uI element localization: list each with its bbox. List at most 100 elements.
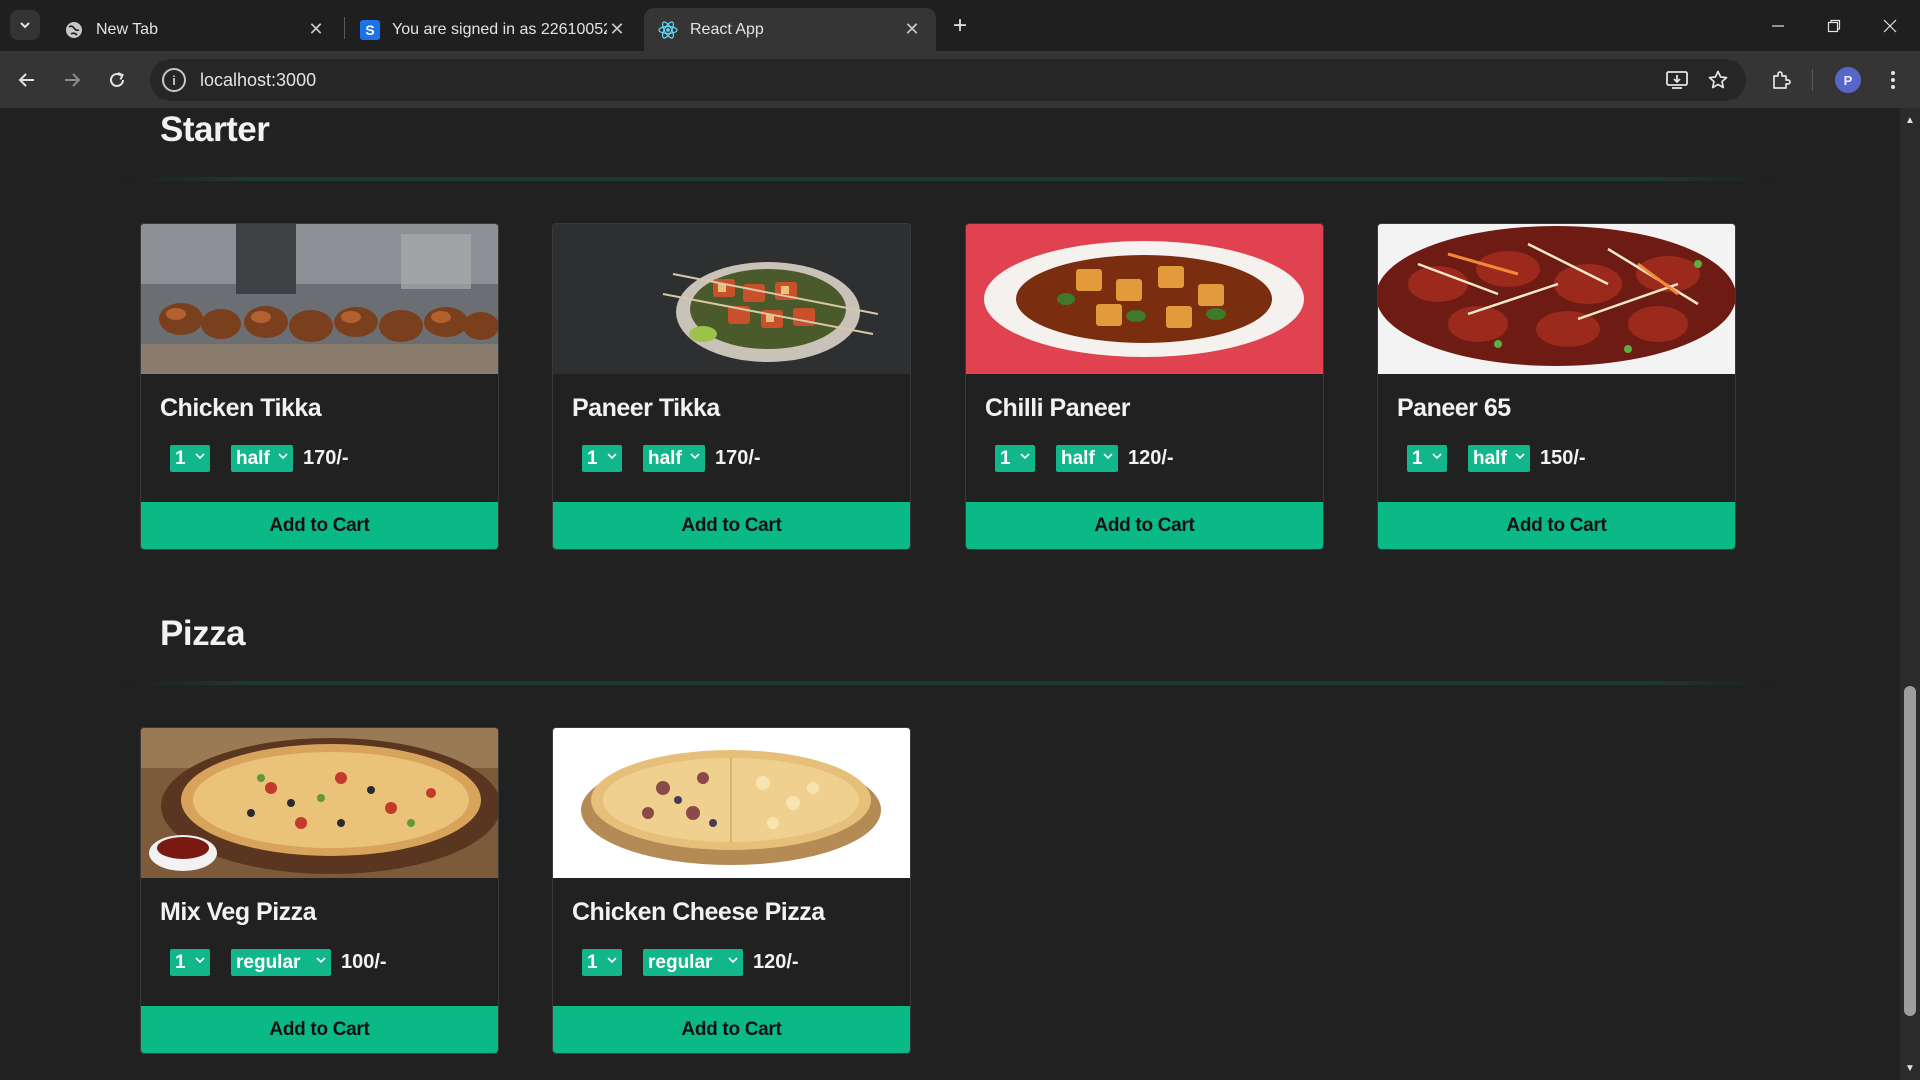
new-tab-button[interactable]: +: [946, 12, 974, 40]
chevron-down-icon: [195, 957, 205, 964]
quantity-select[interactable]: 1: [170, 949, 210, 976]
browser-toolbar: i localhost:3000 P: [0, 51, 1920, 108]
scroll-up-arrow-icon[interactable]: ▲: [1900, 112, 1920, 128]
s-logo-icon: S: [360, 19, 380, 40]
menu-card-chicken-tikka: Chicken Tikka 1 half 170/- Add to Cart: [140, 223, 499, 550]
add-to-cart-button[interactable]: Add to Cart: [141, 1006, 498, 1053]
add-to-cart-button[interactable]: Add to Cart: [553, 502, 910, 549]
back-arrow-icon[interactable]: [10, 63, 44, 97]
add-to-cart-button[interactable]: Add to Cart: [141, 502, 498, 549]
scrollbar-thumb[interactable]: [1904, 686, 1916, 1016]
chevron-down-icon: [278, 453, 288, 460]
more-menu-icon[interactable]: [1876, 63, 1910, 97]
tab-new-tab[interactable]: New Tab ✕: [50, 8, 340, 51]
globe-icon: [64, 20, 84, 40]
menu-card-chicken-cheese-pizza: Chicken Cheese Pizza 1 regular 120/- Add…: [552, 727, 911, 1054]
quantity-select[interactable]: 1: [582, 949, 622, 976]
section-title-pizza: Pizza: [160, 614, 246, 653]
portion-value: regular: [236, 951, 301, 973]
quantity-value: 1: [587, 951, 598, 973]
site-info-icon[interactable]: i: [162, 68, 186, 92]
quantity-value: 1: [1000, 447, 1011, 469]
quantity-select[interactable]: 1: [1407, 445, 1447, 472]
food-image-paneer-tikka: [553, 224, 910, 374]
food-image-chicken-cheese-pizza: [553, 728, 910, 878]
price-text: 120/-: [753, 951, 799, 973]
forward-arrow-icon[interactable]: [55, 63, 89, 97]
quantity-select[interactable]: 1: [582, 445, 622, 472]
chevron-down-icon: [607, 453, 617, 460]
food-image-chicken-tikka: [141, 224, 498, 374]
profile-avatar[interactable]: P: [1835, 67, 1861, 93]
portion-value: half: [1061, 447, 1095, 469]
portion-value: regular: [648, 951, 713, 973]
add-to-cart-button[interactable]: Add to Cart: [966, 502, 1323, 549]
window-close-icon[interactable]: [1862, 0, 1918, 51]
tab-react-app[interactable]: React App ✕: [644, 8, 936, 51]
chevron-down-icon: [607, 957, 617, 964]
price-text: 170/-: [303, 447, 349, 469]
scroll-down-arrow-icon[interactable]: ▼: [1900, 1060, 1920, 1076]
tab-separator: [344, 17, 345, 39]
dish-name: Chicken Cheese Pizza: [572, 898, 825, 926]
tab-title: React App: [690, 20, 764, 38]
portion-select[interactable]: regular: [231, 949, 331, 976]
url-text: localhost:3000: [200, 69, 317, 90]
dish-name: Chicken Tikka: [160, 394, 322, 422]
price-text: 100/-: [341, 951, 387, 973]
portion-value: half: [648, 447, 682, 469]
quantity-value: 1: [175, 447, 186, 469]
portion-select[interactable]: regular: [643, 949, 743, 976]
tab-title: You are signed in as 22610052: [392, 20, 607, 38]
chevron-down-icon: [728, 957, 738, 964]
chevron-down-icon: [1020, 453, 1030, 460]
quantity-value: 1: [175, 951, 186, 973]
close-icon[interactable]: ✕: [306, 19, 326, 40]
chevron-down-icon: [1515, 453, 1525, 460]
price-text: 150/-: [1540, 447, 1586, 469]
portion-select[interactable]: half: [643, 445, 705, 472]
tab-signed-in[interactable]: S You are signed in as 22610052 ✕: [346, 8, 641, 51]
quantity-value: 1: [1412, 447, 1423, 469]
react-icon: [658, 20, 678, 40]
tab-title: New Tab: [96, 20, 158, 38]
portion-value: half: [1473, 447, 1507, 469]
menu-card-paneer-tikka: Paneer Tikka 1 half 170/- Add to Cart: [552, 223, 911, 550]
add-to-cart-button[interactable]: Add to Cart: [1378, 502, 1735, 549]
section-divider: [125, 177, 1775, 181]
close-icon[interactable]: ✕: [607, 19, 627, 40]
quantity-select[interactable]: 1: [995, 445, 1035, 472]
portion-select[interactable]: half: [1468, 445, 1530, 472]
tab-search-button[interactable]: [10, 10, 40, 40]
close-icon[interactable]: ✕: [902, 19, 922, 40]
dish-name: Paneer 65: [1397, 394, 1511, 422]
page-viewport: Starter Chicken Tikka 1 half 170/- Add t…: [0, 108, 1900, 1080]
minimize-icon[interactable]: [1750, 0, 1806, 51]
section-title-starter: Starter: [160, 110, 270, 149]
install-app-icon[interactable]: [1664, 67, 1690, 93]
restore-icon[interactable]: [1806, 0, 1862, 51]
menu-card-mix-veg-pizza: Mix Veg Pizza 1 regular 100/- Add to Car…: [140, 727, 499, 1054]
dish-name: Chilli Paneer: [985, 394, 1130, 422]
portion-select[interactable]: half: [1056, 445, 1118, 472]
dish-name: Paneer Tikka: [572, 394, 720, 422]
portion-value: half: [236, 447, 270, 469]
chevron-down-icon: [690, 453, 700, 460]
chevron-down-icon: [1103, 453, 1113, 460]
section-divider: [125, 681, 1775, 685]
chevron-down-icon: [316, 957, 326, 964]
page-scrollbar[interactable]: ▲ ▼: [1900, 108, 1920, 1080]
food-image-chilli-paneer: [966, 224, 1323, 374]
address-bar[interactable]: i localhost:3000: [150, 59, 1746, 101]
chevron-down-icon: [195, 453, 205, 460]
quantity-select[interactable]: 1: [170, 445, 210, 472]
svg-text:S: S: [365, 22, 374, 38]
extensions-puzzle-icon[interactable]: [1764, 63, 1798, 97]
dish-name: Mix Veg Pizza: [160, 898, 317, 926]
quantity-value: 1: [587, 447, 598, 469]
reload-icon[interactable]: [100, 63, 134, 97]
bookmark-star-icon[interactable]: [1705, 67, 1731, 93]
portion-select[interactable]: half: [231, 445, 293, 472]
add-to-cart-button[interactable]: Add to Cart: [553, 1006, 910, 1053]
chevron-down-icon: [1432, 453, 1442, 460]
